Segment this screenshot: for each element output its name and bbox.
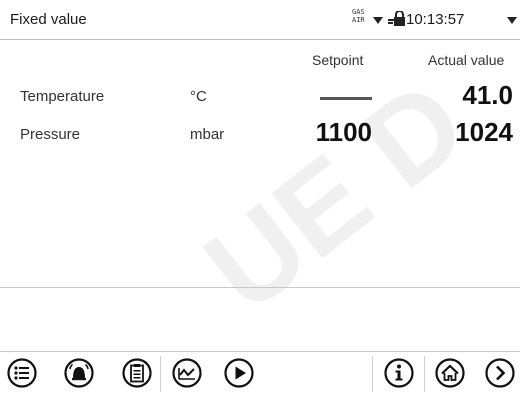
play-icon[interactable] [223,357,255,389]
menu-icon[interactable] [6,357,38,389]
parameter-label: Pressure [20,126,81,143]
settings-dropdown-icon[interactable] [507,17,517,24]
gas-dropdown-icon[interactable] [373,17,383,24]
actual-value: 1024 [455,117,513,147]
page-title: Fixed value [10,11,87,28]
forward-icon[interactable] [484,357,516,389]
gas-indicator: GAS AIR [352,8,365,24]
info-icon[interactable] [383,357,415,389]
parameter-label: Temperature [20,88,105,105]
clock-time: 10:13:57 [406,11,465,28]
actual-value: 41.0 [462,80,513,110]
chart-icon[interactable] [171,357,203,389]
unit-label: °C [190,88,207,105]
toolbar-divider [160,356,161,392]
alarm-icon[interactable] [63,357,95,389]
status-bar: Fixed value GAS AIR 10:13:57 [0,0,520,40]
setpoint-value[interactable]: 1100 [280,117,372,148]
setpoint-empty-dashes[interactable] [320,97,372,100]
unit-label: mbar [190,126,225,143]
divider [0,287,520,288]
gas-label: GAS [352,8,365,16]
door-lock-icon [388,11,405,26]
actual-value-column-header: Actual value [428,52,505,68]
toolbar-divider [424,356,425,392]
bottom-toolbar [0,351,520,395]
air-label: AIR [352,16,365,24]
clipboard-icon[interactable] [121,357,153,389]
home-icon[interactable] [434,357,466,389]
setpoint-column-header: Setpoint [312,52,364,68]
toolbar-divider [372,356,373,392]
